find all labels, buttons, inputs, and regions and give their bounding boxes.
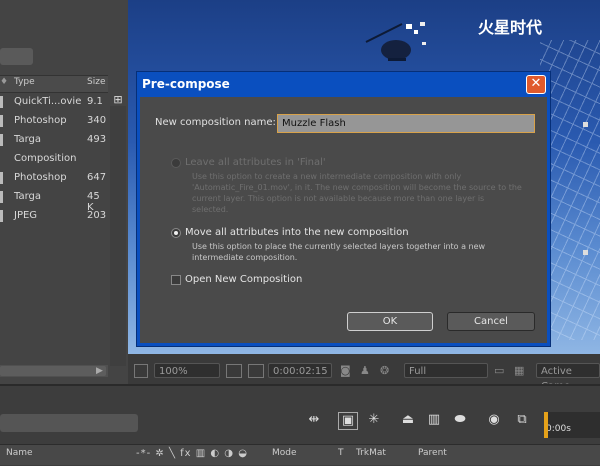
frame-blending-icon[interactable]: ▥	[424, 412, 444, 430]
handle-icon	[583, 250, 588, 255]
switches-icons: -*- ✲ ╲ fx ▥ ◐ ◑ ◒	[136, 448, 248, 459]
always-preview-icon[interactable]	[134, 364, 148, 378]
label-color	[0, 210, 3, 222]
label-color	[0, 115, 3, 127]
track-matte-t-header[interactable]: T	[338, 448, 344, 458]
dialog-title: Pre-compose	[142, 77, 230, 91]
grid-icon[interactable]	[248, 364, 264, 378]
show-snapshot-icon[interactable]: ♟	[360, 364, 370, 377]
label-color	[0, 172, 3, 184]
list-item[interactable]: Photoshop 340	[0, 112, 108, 130]
viewer-toolbar: 100% 0:00:02:15 ◙ ♟ ❂ Full ▭ ▦ Active Ca…	[128, 360, 600, 392]
leave-attributes-radio[interactable]	[171, 158, 181, 168]
size-column-header[interactable]: Size	[87, 77, 105, 87]
list-item[interactable]: Targa 45 K	[0, 188, 108, 213]
region-of-interest-icon[interactable]: ▭	[494, 364, 504, 377]
label-icon: ♦	[0, 77, 9, 87]
list-item[interactable]: JPEG 203	[0, 207, 108, 225]
camera-select[interactable]: Active Came	[536, 363, 600, 392]
mode-column-header[interactable]: Mode	[272, 448, 297, 458]
time-ruler[interactable]: 0:00s	[544, 412, 600, 438]
list-item[interactable]: Photoshop 647	[0, 169, 108, 187]
scrollbar-thumb[interactable]	[0, 366, 106, 376]
label-color	[0, 134, 3, 146]
flowchart-icon[interactable]: ⊞	[110, 93, 126, 107]
scroll-right-icon[interactable]: ▶	[96, 366, 103, 376]
resolution-select[interactable]: Full	[404, 363, 488, 378]
close-icon[interactable]: ✕	[526, 75, 546, 94]
timecode-display[interactable]: 0:00:02:15	[268, 363, 332, 378]
graph-editor-icon[interactable]: ◉	[484, 412, 504, 430]
open-new-composition-label: Open New Composition	[185, 274, 303, 285]
project-column-header: ♦ Type Size	[0, 75, 108, 93]
source-name-column-header[interactable]: Name	[6, 448, 33, 458]
watermark-logo: 火星时代	[478, 18, 543, 37]
handle-icon	[583, 122, 588, 127]
brainstorm-icon[interactable]: ⧉	[512, 412, 532, 430]
leave-attributes-description: Use this option to create a new intermed…	[192, 172, 522, 214]
cancel-button[interactable]: Cancel	[447, 312, 535, 331]
open-new-composition-checkbox[interactable]	[171, 275, 181, 285]
list-item[interactable]: QuickTi...ovie 9.1	[0, 93, 108, 111]
trkmat-column-header[interactable]: TrkMat	[356, 448, 386, 458]
comp-flowchart-icon[interactable]: ⇹	[304, 412, 324, 430]
channel-icon[interactable]: ❂	[380, 364, 389, 377]
label-color	[0, 191, 3, 203]
project-scrollbar[interactable]	[110, 106, 126, 366]
current-time-indicator[interactable]	[544, 412, 548, 438]
move-attributes-description: Use this option to place the currently s…	[192, 242, 486, 262]
ok-button[interactable]: OK	[347, 312, 433, 331]
move-attributes-radio[interactable]	[171, 228, 181, 238]
parent-column-header[interactable]: Parent	[418, 448, 447, 458]
label-color	[0, 96, 3, 108]
helicopter-image	[365, 22, 426, 61]
hide-shy-layers-icon[interactable]: ⏏	[398, 412, 418, 430]
motion-blur-icon[interactable]: ⬬	[450, 412, 470, 430]
dialog-body	[140, 97, 547, 343]
composition-name-label: New composition name:	[155, 117, 276, 128]
zoom-select[interactable]: 100%	[154, 363, 220, 378]
type-column-header[interactable]: Type	[14, 77, 35, 87]
move-attributes-label: Move all attributes into the new composi…	[185, 227, 409, 238]
list-item[interactable]: Composition	[0, 150, 108, 168]
composition-name-input[interactable]	[277, 114, 535, 133]
safe-zones-icon[interactable]	[226, 364, 242, 378]
transparency-grid-icon[interactable]: ▦	[514, 364, 524, 377]
snapshot-icon[interactable]: ◙	[340, 364, 351, 377]
live-update-icon[interactable]: ▣	[338, 412, 358, 430]
draft-3d-icon[interactable]: ✳	[364, 412, 384, 430]
timeline-column-header	[0, 444, 600, 465]
project-search-input[interactable]	[0, 48, 33, 65]
list-item[interactable]: Targa 493	[0, 131, 108, 149]
leave-attributes-label: Leave all attributes in 'Final'	[185, 157, 326, 168]
timeline-search-input[interactable]	[0, 414, 138, 432]
